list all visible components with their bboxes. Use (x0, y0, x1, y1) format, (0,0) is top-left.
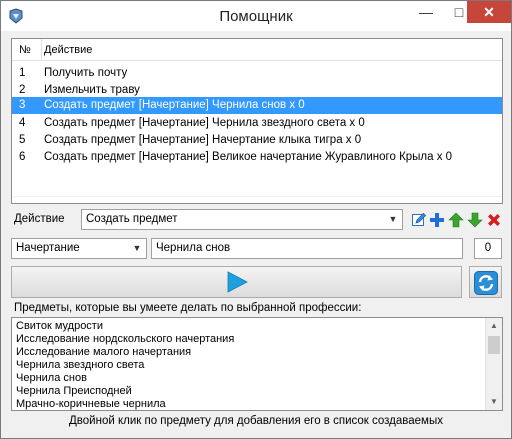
profession-value: Начертание (16, 242, 80, 254)
scroll-down-icon[interactable]: ▼ (486, 394, 502, 410)
list-item[interactable]: Чернила снов (16, 372, 87, 385)
item-name-field[interactable]: Чернила снов (151, 238, 463, 259)
column-header-action[interactable]: Действие (44, 44, 92, 56)
scroll-up-icon[interactable]: ▲ (486, 318, 502, 334)
title-bar[interactable]: Помощник — □ ✕ (1, 1, 511, 31)
close-button[interactable]: ✕ (467, 1, 511, 23)
list-item[interactable]: Мрачно-коричневые чернила (16, 398, 166, 410)
list-row[interactable]: 5 Создать предмет [Начертание] Начертани… (12, 132, 502, 149)
list-row[interactable]: 1 Получить почту (12, 65, 502, 82)
column-divider[interactable] (41, 39, 42, 61)
row-number: 6 (19, 151, 26, 163)
row-number: 3 (19, 99, 26, 111)
list-header: № Действие (12, 39, 502, 61)
row-number: 1 (19, 67, 26, 79)
vertical-scrollbar[interactable]: ▲ ▼ (485, 318, 502, 410)
edit-icon[interactable] (411, 212, 427, 228)
delete-icon[interactable] (486, 212, 502, 228)
list-item[interactable]: Чернила звездного света (16, 359, 144, 372)
refresh-button[interactable] (469, 266, 502, 298)
run-button[interactable] (11, 266, 462, 298)
items-caption: Предметы, которые вы умеете делать по вы… (14, 302, 362, 314)
action-label: Действие (14, 213, 65, 225)
row-action: Создать предмет [Начертание] Чернила зве… (44, 117, 365, 129)
move-down-icon[interactable] (467, 212, 483, 228)
action-type-select[interactable]: Создать предмет ▼ (81, 209, 403, 230)
add-icon[interactable] (429, 212, 445, 228)
quantity-value: 0 (484, 242, 492, 254)
items-listbox[interactable]: Свиток мудрости Исследование нордскольск… (11, 317, 503, 411)
play-icon (227, 271, 248, 293)
list-item[interactable]: Свиток мудрости (16, 320, 103, 333)
column-header-number[interactable]: № (19, 44, 31, 56)
row-number: 4 (19, 117, 26, 129)
list-row-selected[interactable]: 3 Создать предмет [Начертание] Чернила с… (12, 97, 502, 114)
chevron-down-icon[interactable]: ▼ (386, 210, 400, 229)
row-number: 5 (19, 134, 26, 146)
item-name-value: Чернила снов (156, 242, 231, 254)
minimize-button[interactable]: — (411, 1, 441, 23)
list-footer (12, 196, 502, 197)
row-action: Создать предмет [Начертание] Чернила сно… (44, 99, 305, 111)
list-item[interactable]: Исследование малого начертания (16, 346, 191, 359)
refresh-icon (474, 271, 498, 295)
row-action: Получить почту (44, 67, 128, 79)
scroll-thumb[interactable] (488, 336, 500, 354)
action-type-value: Создать предмет (86, 213, 178, 225)
move-up-icon[interactable] (448, 212, 464, 228)
row-action: Создать предмет [Начертание] Начертание … (44, 134, 362, 146)
hint-text: Двойной клик по предмету для добавления … (69, 415, 443, 427)
row-action: Создать предмет [Начертание] Великое нач… (44, 151, 453, 163)
quantity-field[interactable]: 0 (474, 238, 502, 259)
actions-list[interactable]: № Действие 1 Получить почту 2 Измельчить… (11, 38, 503, 204)
list-row[interactable]: 6 Создать предмет [Начертание] Великое н… (12, 149, 502, 166)
list-item[interactable]: Исследование нордскольского начертания (16, 333, 234, 346)
list-row[interactable]: 4 Создать предмет [Начертание] Чернила з… (12, 115, 502, 132)
list-item[interactable]: Чернила Преисподней (16, 385, 132, 398)
helper-window: Помощник — □ ✕ № Действие 1 Получить поч… (0, 0, 512, 439)
profession-select[interactable]: Начертание ▼ (11, 238, 147, 259)
chevron-down-icon[interactable]: ▼ (130, 239, 144, 258)
